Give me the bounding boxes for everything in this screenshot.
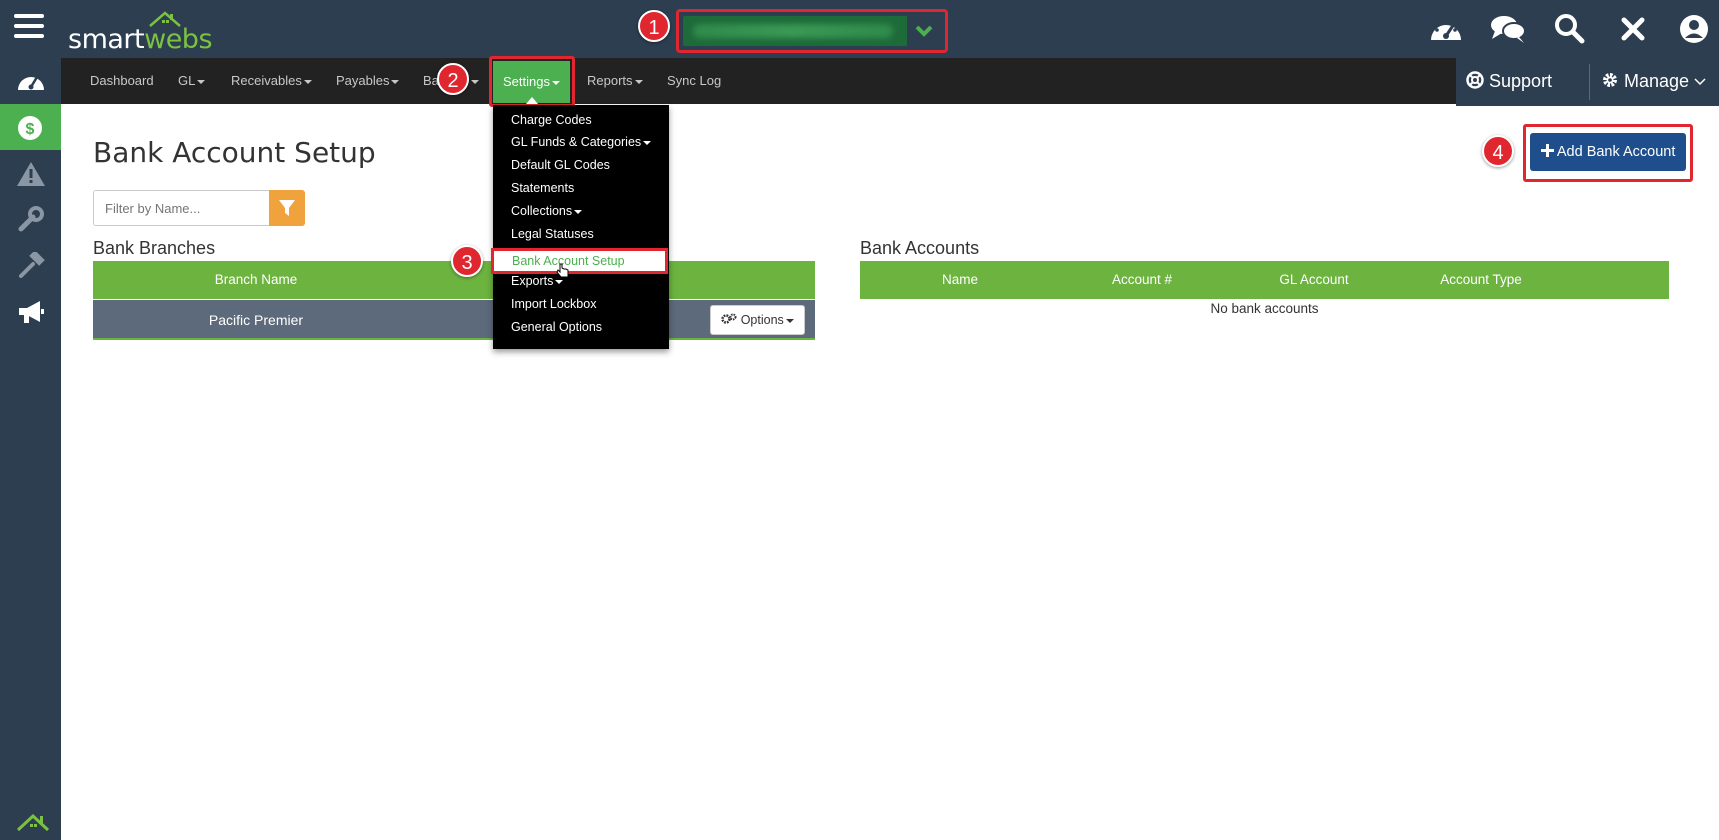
warning-icon: [17, 162, 45, 186]
menu-item-default-gl-codes[interactable]: Default GL Codes: [511, 158, 610, 172]
dollar-icon: $: [18, 116, 42, 140]
divider: [1589, 64, 1590, 100]
association-selector-highlight: [676, 9, 948, 53]
nav-gl[interactable]: GL: [178, 58, 206, 104]
nav-payables[interactable]: Payables: [336, 58, 400, 104]
funnel-icon: [279, 200, 295, 216]
column-gl-account[interactable]: GL Account: [1244, 261, 1384, 299]
smartwebs-logo[interactable]: smartwebs: [68, 10, 213, 55]
wrench-icon: [18, 206, 44, 232]
column-branch-name[interactable]: Branch Name: [93, 261, 419, 299]
annotation-badge-1: 1: [638, 10, 670, 42]
menu-item-general-options[interactable]: General Options: [511, 320, 602, 334]
rail-maintenance[interactable]: [0, 196, 61, 242]
lifebuoy-icon: [1466, 71, 1484, 89]
table-row[interactable]: Pacific Premier Options: [93, 300, 815, 340]
column-name[interactable]: Name: [900, 261, 1020, 299]
svg-text:$: $: [26, 121, 35, 138]
close-icon[interactable]: [1616, 12, 1652, 46]
filter-button[interactable]: [269, 190, 305, 226]
chevron-down-icon: [1694, 78, 1706, 86]
left-rail: $: [0, 58, 61, 840]
hammer-icon: [19, 252, 45, 278]
rail-tools[interactable]: [0, 242, 61, 288]
menu-item-gl-funds[interactable]: GL Funds & Categories: [511, 135, 652, 149]
column-account-number[interactable]: Account #: [1082, 261, 1202, 299]
rail-accounting[interactable]: $: [0, 104, 61, 150]
hamburger-menu-icon[interactable]: [14, 14, 44, 42]
settings-dropdown-menu: Charge Codes GL Funds & Categories Defau…: [493, 105, 669, 349]
annotation-badge-4: 4: [1482, 135, 1514, 167]
menu-item-statements[interactable]: Statements: [511, 181, 574, 195]
column-account-type[interactable]: Account Type: [1406, 261, 1556, 299]
main-navbar: Dashboard GL Receivables Payables Ba Rep…: [61, 58, 1456, 104]
top-bar: smartwebs: [0, 0, 1719, 58]
hand-cursor-icon: [556, 263, 569, 278]
logo-text: smartwebs: [68, 24, 213, 55]
dashboard-gauge-icon[interactable]: [1428, 12, 1464, 46]
bank-accounts-header: Name Account # GL Account Account Type: [860, 261, 1669, 299]
menu-item-charge-codes[interactable]: Charge Codes: [511, 113, 592, 127]
empty-state-message: No bank accounts: [1210, 301, 1319, 316]
association-name-redacted: [693, 24, 893, 38]
menu-item-import-lockbox[interactable]: Import Lockbox: [511, 297, 596, 311]
nav-settings[interactable]: Settings: [493, 61, 570, 104]
gauge-icon: [18, 76, 44, 90]
gear-icon: [1603, 73, 1617, 87]
branch-name-cell: Pacific Premier: [208, 312, 304, 328]
rail-alerts[interactable]: [0, 150, 61, 196]
bank-accounts-title: Bank Accounts: [860, 238, 980, 258]
bank-branches-title: Bank Branches: [93, 238, 216, 258]
rail-announcements[interactable]: [0, 288, 61, 334]
filter-by-name-input[interactable]: [93, 190, 269, 226]
chevron-down-icon[interactable]: [907, 16, 941, 46]
gears-icon: [721, 313, 737, 324]
association-selector[interactable]: [683, 16, 941, 46]
page-title: Bank Account Setup: [93, 136, 376, 169]
rail-dashboard[interactable]: [0, 58, 61, 104]
user-account-icon[interactable]: [1677, 12, 1713, 46]
support-button[interactable]: Support: [1466, 58, 1552, 106]
rail-home[interactable]: [0, 798, 61, 840]
annotation-badge-3: 3: [451, 245, 483, 277]
support-manage-bar: Support Manage: [1456, 58, 1719, 106]
menu-item-bank-account-setup[interactable]: Bank Account Setup: [491, 248, 668, 274]
menu-item-legal-statuses[interactable]: Legal Statuses: [511, 227, 594, 241]
nav-sync-log[interactable]: Sync Log: [667, 58, 721, 104]
megaphone-icon: [19, 301, 44, 323]
nav-receivables[interactable]: Receivables: [231, 58, 312, 104]
plus-icon: [1540, 144, 1554, 157]
manage-button[interactable]: Manage: [1601, 58, 1706, 106]
nav-dashboard[interactable]: Dashboard: [90, 58, 154, 104]
search-icon[interactable]: [1552, 12, 1588, 46]
chat-bubbles-icon[interactable]: [1489, 12, 1526, 46]
annotation-badge-2: 2: [437, 63, 469, 95]
nav-reports[interactable]: Reports: [587, 58, 643, 104]
menu-item-collections[interactable]: Collections: [511, 204, 583, 218]
add-bank-account-button[interactable]: Add Bank Account: [1530, 133, 1686, 171]
options-button[interactable]: Options: [710, 305, 805, 335]
home-logo-icon: [16, 813, 50, 832]
